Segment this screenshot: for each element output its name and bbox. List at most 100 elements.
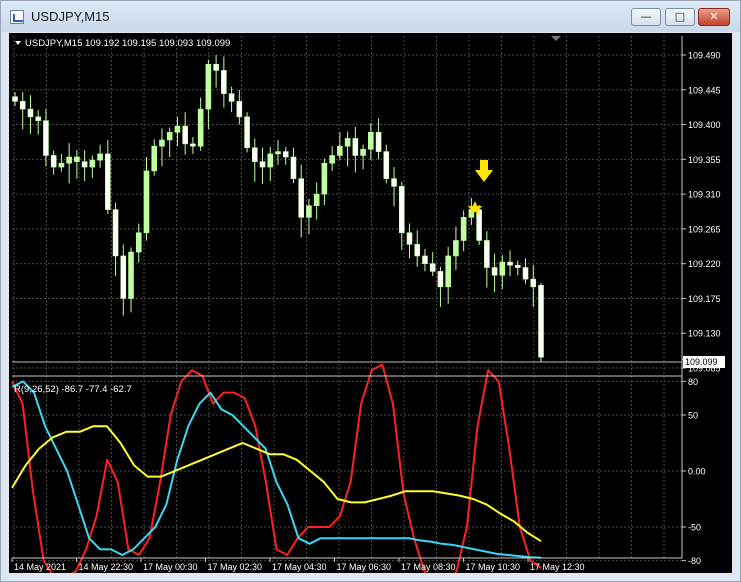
candle-body [228, 93, 235, 102]
current-price-label: 109.099 [685, 357, 718, 367]
chart-svg[interactable]: 109.490 109.445 109.400 109.355 109.310 109.2… [9, 33, 732, 582]
candle-body [97, 153, 103, 161]
price-tick-label: 109.175 [688, 294, 721, 304]
candle-body [499, 261, 506, 276]
candle-body [275, 151, 281, 155]
candle-body [213, 63, 219, 71]
candle-body [313, 193, 320, 207]
candle-body [460, 216, 467, 241]
title-bar[interactable]: USDJPY,M15 — □ ✕ [1, 1, 740, 32]
candle-body [352, 138, 359, 156]
maximize-button[interactable]: □ [665, 8, 695, 26]
time-tick-label: 14 May 2021 [14, 562, 66, 572]
chart-area[interactable]: 109.490 109.445 109.400 109.355 109.310 109.2… [9, 33, 732, 582]
candle-body [89, 159, 96, 168]
candle-body [236, 101, 243, 118]
window-title: USDJPY,M15 [31, 9, 110, 24]
price-tick-label: 109.445 [688, 85, 721, 95]
price-tick-label: 109.310 [688, 190, 721, 200]
price-tick-label: 109.220 [688, 259, 721, 269]
indicator-panel-header: R(9,26,52) -86.7 -77.4 -62.7 [14, 384, 132, 395]
candle-body [383, 151, 390, 179]
candle-body [375, 131, 382, 152]
candle-body [244, 116, 250, 149]
time-tick-label: 17 May 02:30 [208, 562, 263, 572]
candle-body [135, 232, 142, 253]
time-tick-label: 17 May 08:30 [401, 562, 456, 572]
candle-body [35, 116, 42, 121]
candle-body [360, 148, 366, 156]
chart-app-icon [10, 10, 24, 24]
candle-body [282, 151, 289, 158]
chart-background [9, 33, 732, 573]
candle-body [437, 271, 444, 288]
minimize-button[interactable]: — [631, 8, 661, 26]
time-tick-label: 17 May 12:30 [530, 562, 585, 572]
candle-body [329, 155, 335, 164]
candle-body [484, 240, 490, 268]
maximize-icon: □ [674, 10, 686, 23]
candle-body [290, 156, 297, 179]
candle-body [12, 96, 18, 102]
candle-body [321, 162, 328, 195]
candle-body [27, 108, 34, 118]
candle-body [197, 108, 204, 147]
candle-body [166, 131, 173, 141]
candle-body [259, 161, 266, 168]
candle-body [398, 186, 405, 234]
price-tick-label: 109.400 [688, 120, 721, 130]
candle-body [105, 153, 111, 210]
candle-body [337, 145, 343, 156]
time-tick-label: 17 May 00:30 [143, 562, 198, 572]
candle-body [143, 170, 150, 234]
chart-window: USDJPY,M15 — □ ✕ 109.490 109.445 109.400 10… [0, 0, 741, 582]
candle-body [174, 125, 181, 133]
candle-body [112, 209, 119, 257]
candle-body [538, 285, 544, 358]
candle-body [151, 145, 158, 172]
candle-body [344, 138, 351, 147]
candle-body [422, 255, 428, 264]
candle-body [507, 261, 513, 266]
candle-body [182, 125, 188, 145]
candle-body [391, 178, 397, 187]
candle-body [491, 267, 498, 276]
candle-body [251, 147, 258, 162]
candle-body [445, 255, 451, 288]
price-tick-label: 109.355 [688, 155, 721, 165]
candle-body [128, 251, 134, 299]
candle-body [414, 244, 421, 257]
candle-body [43, 120, 49, 156]
candle-body [522, 267, 529, 280]
price-panel-header: USDJPY,M15 109.192 109.195 109.093 109.0… [25, 38, 230, 49]
close-button[interactable]: ✕ [698, 8, 730, 26]
candle-body [368, 131, 374, 150]
candle-body [120, 255, 127, 299]
price-tick-label: 109.490 [688, 51, 721, 61]
indicator-tick-label: 0.00 [688, 467, 706, 477]
time-tick-label: 17 May 10:30 [466, 562, 521, 572]
time-tick-label: 17 May 04:30 [272, 562, 327, 572]
candle-body [453, 240, 459, 257]
candle-body [514, 264, 521, 268]
candle-body [221, 70, 227, 94]
candle-body [429, 263, 436, 272]
indicator-tick-label: 50 [688, 411, 698, 421]
indicator-tick-label: -80 [688, 556, 701, 566]
candle-body [190, 143, 196, 147]
candle-body [19, 101, 26, 110]
candle-body [159, 139, 165, 147]
candle-body [267, 153, 274, 168]
candle-body [406, 232, 413, 245]
candle-body [530, 278, 537, 288]
close-icon: ✕ [709, 10, 719, 23]
indicator-tick-label: -50 [688, 523, 701, 533]
candle-body [74, 156, 80, 162]
candle-body [205, 63, 212, 110]
candle-body [58, 162, 65, 168]
candle-body [81, 161, 88, 168]
price-tick-label: 109.130 [688, 329, 721, 339]
indicator-tick-label: 80 [688, 377, 698, 387]
price-tick-label: 109.265 [688, 224, 721, 234]
candle-body [306, 205, 312, 218]
